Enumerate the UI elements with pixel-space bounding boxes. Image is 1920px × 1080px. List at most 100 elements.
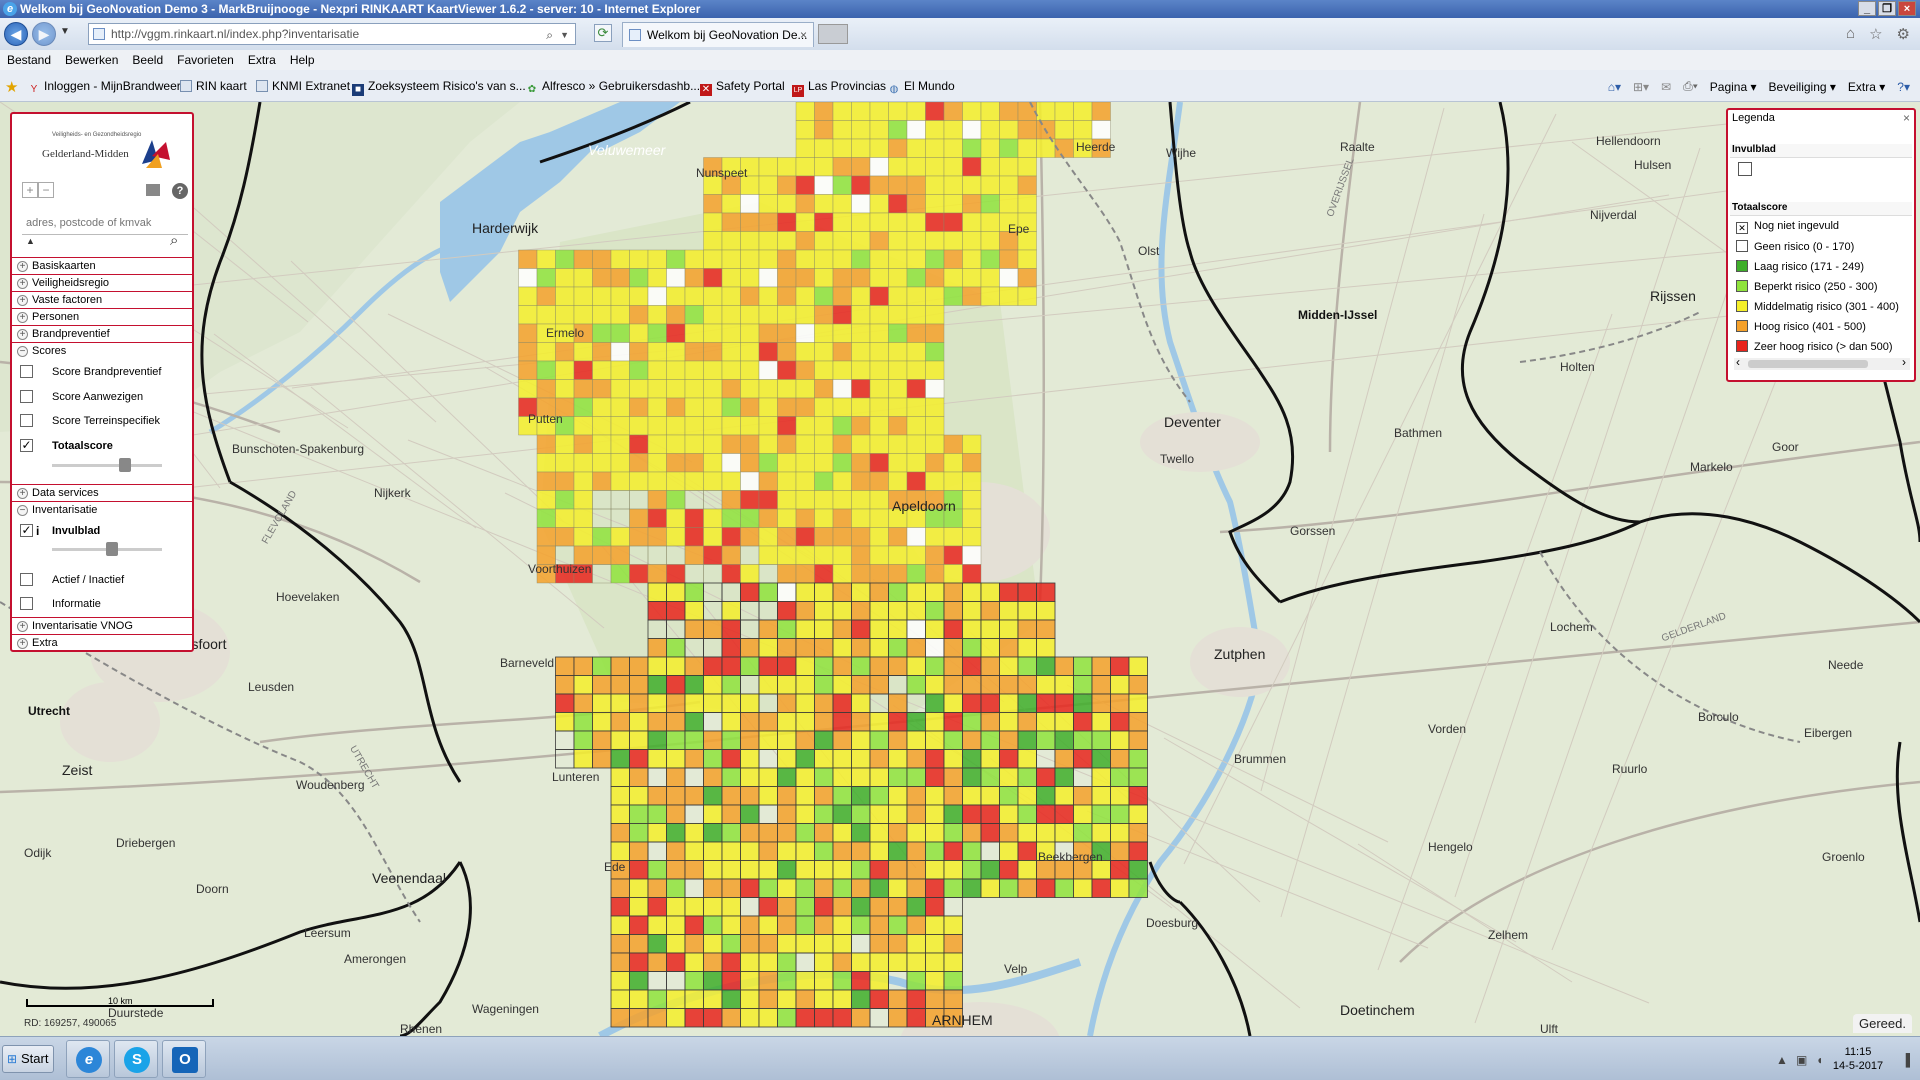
cmd-pagina[interactable]: Pagina ▾ [1710, 80, 1757, 94]
scroll-right-icon[interactable]: › [1902, 355, 1906, 369]
layer-score-aanwezigen[interactable]: Score Aanwezigen [20, 390, 190, 410]
checkbox-checked[interactable]: ✓ [20, 439, 33, 452]
forward-button[interactable]: ▶ [32, 22, 56, 46]
url-dropdown-icon[interactable]: ▼ [560, 25, 569, 45]
fav-link[interactable]: KNMI Extranet [256, 79, 350, 93]
checkbox-checked[interactable]: ✓ [20, 524, 33, 537]
layer-actief-inactief[interactable]: Actief / Inactief [20, 573, 190, 593]
section-extra[interactable]: + Extra [12, 634, 192, 651]
menu-extra[interactable]: Extra [241, 50, 283, 68]
clock[interactable]: 11:15 14-5-2017 [1828, 1045, 1888, 1073]
checkbox[interactable] [20, 597, 33, 610]
search-icon[interactable]: ⌕ [546, 25, 553, 45]
menu-favorieten[interactable]: Favorieten [170, 50, 241, 68]
tab-close-icon[interactable]: × [800, 23, 807, 47]
taskbar-ie[interactable]: e [66, 1040, 110, 1078]
fav-link[interactable]: RIN kaart [180, 79, 247, 93]
map-canvas[interactable]: Harderwijk Nunspeet Epe Heerde Wijhe Raalte He… [0, 102, 1920, 1036]
menu-bewerken[interactable]: Bewerken [58, 50, 125, 68]
section-inventarisatie[interactable]: − Inventarisatie [12, 501, 192, 518]
section-data-services[interactable]: + Data services [12, 484, 192, 501]
close-window-button[interactable]: × [1898, 1, 1916, 16]
layer-score-brandpreventief[interactable]: Score Brandpreventief [20, 365, 190, 385]
section-brandpreventief[interactable]: + Brandpreventief [12, 325, 192, 342]
favorites-star-icon[interactable]: ★ [5, 78, 18, 96]
search-icon[interactable]: ⌕ [170, 232, 186, 249]
grid-cell [851, 416, 871, 436]
grid-cell [943, 471, 963, 491]
totaalscore-opacity-slider[interactable] [52, 458, 162, 472]
grid-cell [869, 601, 889, 621]
menu-bestand[interactable]: Bestand [0, 50, 58, 68]
invulblad-opacity-slider[interactable] [52, 542, 162, 556]
layer-informatie[interactable]: Informatie [20, 597, 190, 617]
layer-invulblad[interactable]: ✓ i Invulblad [20, 524, 190, 544]
favorites-star-icon[interactable]: ☆ [1869, 25, 1882, 43]
grid-cell [758, 194, 778, 214]
volume-icon[interactable]: ◖ [1816, 1053, 1823, 1067]
info-icon[interactable]: i [36, 524, 39, 538]
close-icon[interactable]: × [1903, 111, 1910, 125]
section-scores[interactable]: − Scores [12, 342, 192, 359]
fav-link[interactable]: LP Las Provincias [792, 79, 886, 97]
home-icon[interactable]: ⌂ [1846, 25, 1855, 43]
section-personen[interactable]: + Personen [12, 308, 192, 325]
gear-icon[interactable]: ⚙ [1897, 25, 1910, 43]
menu-help[interactable]: Help [283, 50, 322, 68]
section-vaste-factoren[interactable]: + Vaste factoren [12, 291, 192, 308]
cmd-extra[interactable]: Extra ▾ [1848, 80, 1885, 94]
start-button[interactable]: ⊞ Start [2, 1045, 54, 1073]
checkbox[interactable] [20, 573, 33, 586]
search-input[interactable] [22, 211, 188, 235]
minimize-button[interactable]: _ [1858, 1, 1876, 16]
help-icon[interactable]: ? [172, 183, 188, 199]
restore-button[interactable]: ❐ [1878, 1, 1896, 16]
cmd-beveiliging[interactable]: Beveiliging ▾ [1769, 80, 1836, 94]
checkbox[interactable] [20, 414, 33, 427]
slider-handle[interactable] [118, 458, 131, 472]
history-dropdown-icon[interactable]: ▼ [60, 26, 70, 37]
zoom-in-button[interactable]: + [22, 182, 38, 198]
grid-cell [777, 434, 797, 454]
checkbox[interactable] [20, 390, 33, 403]
fav-link[interactable]: Y Inloggen - MijnBrandweer [28, 79, 181, 96]
fav-link[interactable]: ■ Zoeksysteem Risico's van s... [352, 79, 526, 96]
print-icon[interactable]: ⎙▾ [1683, 79, 1698, 94]
section-inventarisatie-vnog[interactable]: + Inventarisatie VNOG [12, 617, 192, 634]
new-tab-button[interactable] [818, 24, 848, 44]
fav-link[interactable]: ◍ El Mundo [888, 79, 955, 96]
grid-cell [684, 379, 704, 399]
grid-cell [888, 453, 908, 473]
map-layer[interactable] [0, 102, 1920, 1036]
fav-link[interactable]: ✕ Safety Portal [700, 79, 785, 96]
section-basiskaarten[interactable]: + Basiskaarten [12, 257, 192, 274]
fav-link[interactable]: ✿ Alfresco » Gebruikersdashb... [526, 79, 700, 96]
rss-icon[interactable]: ⊞▾ [1633, 80, 1649, 94]
layer-totaalscore[interactable]: ✓ Totaalscore [20, 439, 190, 459]
network-icon[interactable]: ▣ [1796, 1053, 1807, 1067]
help-icon[interactable]: ?▾ [1897, 80, 1910, 94]
mail-icon[interactable]: ✉ [1661, 80, 1671, 94]
taskbar-outlook[interactable]: O [162, 1040, 206, 1078]
scroll-left-icon[interactable]: ‹ [1736, 355, 1740, 369]
browser-tab[interactable]: Welkom bij GeoNovation De... × [622, 22, 814, 47]
menu-beeld[interactable]: Beeld [125, 50, 170, 68]
back-button[interactable]: ◀ [4, 22, 28, 46]
print-icon[interactable] [146, 184, 160, 196]
url-field[interactable]: http://vggm.rinkaart.nl/index.php?invent… [88, 23, 576, 45]
home-icon[interactable]: ⌂▾ [1608, 80, 1621, 94]
checkbox[interactable] [20, 365, 33, 378]
tray-expand-icon[interactable]: ▲ [1776, 1053, 1788, 1067]
grid-cell [684, 1008, 704, 1028]
slider-handle[interactable] [105, 542, 118, 556]
collapse-arrow-icon[interactable]: ▲ [26, 236, 35, 246]
show-desktop-icon[interactable]: ▐ [1901, 1053, 1910, 1067]
scrollbar-thumb[interactable] [1748, 360, 1868, 368]
taskbar-skype[interactable]: S [114, 1040, 158, 1078]
legend-scrollbar[interactable]: ‹ › [1734, 355, 1910, 370]
layer-score-terreinspecifiek[interactable]: Score Terreinspecifiek [20, 414, 190, 434]
refresh-button[interactable]: ⟳ [594, 24, 612, 42]
zoom-out-button[interactable]: − [38, 182, 54, 198]
grid-cell [555, 434, 575, 454]
section-veiligheidsregio[interactable]: + Veiligheidsregio [12, 274, 192, 291]
